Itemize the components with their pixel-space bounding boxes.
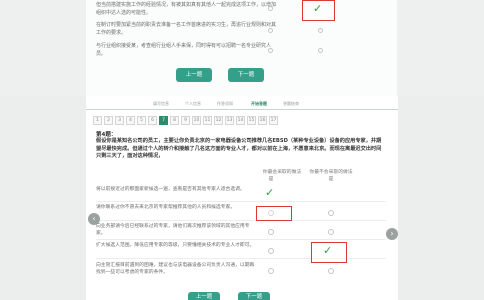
next-button[interactable]: 下一题 bbox=[238, 292, 270, 300]
previous-screen: 但当前搭建实施工作的经验情况，有被其如真有其他人一起完成这项工作，以增加组织中达… bbox=[0, 0, 484, 96]
tab-finish[interactable]: 答题结束 bbox=[276, 100, 306, 108]
check-icon: ✓ bbox=[323, 244, 333, 257]
option-text: 与行业组织接受某，考查组行业组人手来保，同时得有可以招聘一名专业研究人员。 bbox=[96, 43, 272, 57]
col-least-likely: 你最不会采取的做法 bbox=[309, 170, 353, 175]
question-stem: 假设你是某知名公司的员工，主要让你负责北京的一家电器设备公司推荐几名EBSD（某… bbox=[96, 138, 382, 160]
page-16[interactable]: 16 bbox=[258, 116, 267, 125]
tab-instructions[interactable]: 作答须知 bbox=[210, 100, 240, 108]
page-7-current[interactable]: 7 bbox=[159, 116, 168, 125]
radio-no[interactable] bbox=[328, 268, 334, 274]
page-10[interactable]: 10 bbox=[192, 116, 201, 125]
page-6[interactable]: 6 bbox=[148, 116, 157, 125]
radio-yes[interactable] bbox=[268, 28, 273, 33]
page-3[interactable]: 3 bbox=[115, 116, 124, 125]
row-divider bbox=[96, 239, 386, 240]
radio-no[interactable] bbox=[328, 229, 334, 235]
radio-yes[interactable] bbox=[268, 248, 274, 254]
option-text: 但当前搭建实施工作的经验情况，有被其如真有其他人一起完成这项工作，以增加组织中达… bbox=[96, 2, 277, 16]
tab-start-answering[interactable]: 开始答题 bbox=[244, 100, 274, 108]
row-divider bbox=[96, 201, 386, 202]
radio-yes[interactable] bbox=[268, 268, 274, 274]
page-12[interactable]: 12 bbox=[214, 116, 223, 125]
check-icon: ✓ bbox=[313, 2, 323, 15]
page-8[interactable]: 8 bbox=[170, 116, 179, 125]
option-text: 向主管汇报目前遇到的困难，建议也与该电器设备公司负责人沟通，以期再找到一些可以考… bbox=[96, 263, 255, 275]
page-2[interactable]: 2 bbox=[104, 116, 113, 125]
chevron-right-icon[interactable]: › bbox=[386, 228, 398, 240]
option-text: 向业务部请今后已经联系过的专家，请他们再次推荐该领域的其他应用专家。 bbox=[96, 224, 250, 236]
radio-no[interactable] bbox=[318, 28, 323, 33]
screenshot: 但当前搭建实施工作的经验情况，有被其如真有其他人一起完成这项工作，以增加组织中达… bbox=[0, 0, 484, 300]
radio-yes[interactable] bbox=[268, 48, 273, 53]
page-13[interactable]: 13 bbox=[225, 116, 234, 125]
check-icon: ✓ bbox=[265, 186, 275, 199]
radio-no[interactable] bbox=[318, 48, 323, 53]
page-5[interactable]: 5 bbox=[137, 116, 146, 125]
tab-personal-info[interactable]: 个人信息 bbox=[178, 100, 208, 108]
page-4[interactable]: 4 bbox=[126, 116, 135, 125]
row-divider bbox=[96, 220, 386, 221]
tab-divider bbox=[86, 109, 398, 110]
page-15[interactable]: 15 bbox=[247, 116, 256, 125]
col-no-sub: 是 bbox=[328, 177, 334, 182]
selection-highlight bbox=[256, 206, 292, 221]
next-button[interactable]: 下一题 bbox=[228, 68, 264, 82]
radio-yes[interactable] bbox=[268, 229, 274, 235]
radio-no[interactable] bbox=[328, 210, 334, 216]
step-tabs: 填写信息 个人信息 作答须知 开始答题 答题结束 bbox=[86, 100, 398, 109]
page-14[interactable]: 14 bbox=[236, 116, 245, 125]
prev-button[interactable]: 上一题 bbox=[188, 292, 220, 300]
chevron-left-icon[interactable]: ‹ bbox=[88, 213, 100, 225]
page-11[interactable]: 11 bbox=[203, 116, 212, 125]
tab-fill-info[interactable]: 填写信息 bbox=[146, 100, 176, 108]
col-yes-sub: 是 bbox=[268, 177, 274, 182]
option-text: 请你联系过你不愿去来北京的专家帮推荐其他的人员和候选专家。 bbox=[96, 205, 236, 210]
question-number: 第4题： bbox=[96, 132, 117, 138]
option-text: 将以前接近过的那面家新候选一遍，查看是否有其他专家人适合选调。 bbox=[96, 187, 245, 192]
page-1[interactable]: 1 bbox=[93, 116, 102, 125]
radio-yes[interactable] bbox=[268, 6, 273, 11]
current-screen: 填写信息 个人信息 作答须知 开始答题 答题结束 1 2 3 4 5 6 7 8… bbox=[0, 96, 484, 300]
page-9[interactable]: 9 bbox=[181, 116, 190, 125]
prev-button[interactable]: 上一题 bbox=[176, 68, 212, 82]
page-17[interactable]: 17 bbox=[269, 116, 278, 125]
option-text: 扩大候选人范围，降低应用专家的等级，只要懂相关技术的专业人才即可。 bbox=[96, 243, 255, 248]
option-text: 在制订时要加紧当前的职责去准备一名工作首席进的实习生，再追行业规则和对其工作的要… bbox=[96, 22, 277, 36]
